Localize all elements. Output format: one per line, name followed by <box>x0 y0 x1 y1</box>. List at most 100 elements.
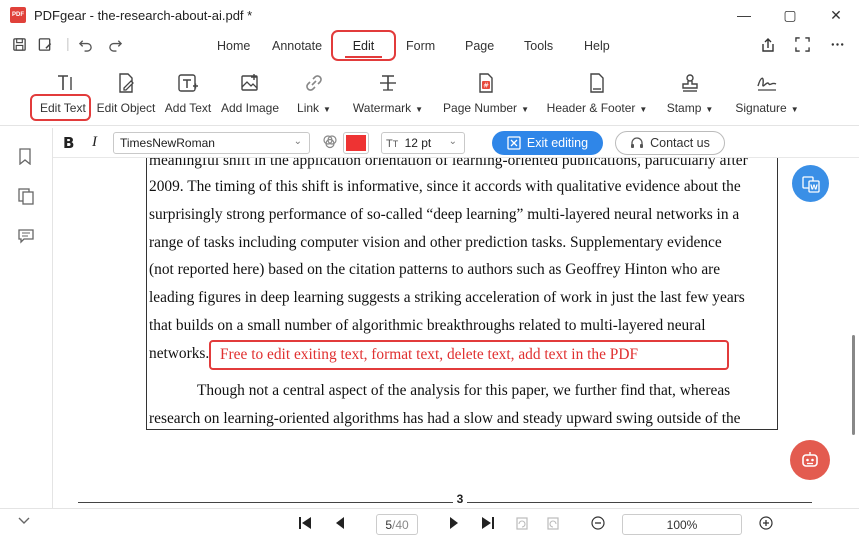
header-footer-tool[interactable]: Header & Footer ▼ <box>546 70 648 115</box>
italic-button[interactable]: I <box>92 134 97 151</box>
menu-annotate[interactable]: Annotate <box>272 39 322 53</box>
exit-editing-label: Exit editing <box>526 136 589 150</box>
font-size-select[interactable]: TT 12 pt ⌄ <box>381 132 465 154</box>
bold-button[interactable]: B <box>63 134 74 152</box>
header-footer-label: Header & Footer ▼ <box>546 101 648 115</box>
add-text-tool[interactable]: Add Text <box>164 70 212 115</box>
close-button[interactable]: ✕ <box>813 0 859 30</box>
convert-to-word-button[interactable]: W <box>792 165 829 202</box>
doc-line: leading figures in deep learning suggest… <box>149 289 745 306</box>
added-text: Free to edit exiting text, format text, … <box>220 346 639 363</box>
save-icon[interactable] <box>12 37 27 55</box>
add-image-label: Add Image <box>220 101 280 115</box>
comments-icon[interactable] <box>18 228 34 248</box>
add-text-label: Add Text <box>164 101 212 115</box>
edit-text-icon <box>54 70 76 96</box>
edit-object-tool[interactable]: Edit Object <box>96 70 156 115</box>
watermark-icon <box>377 70 399 96</box>
signature-label: Signature ▼ <box>735 101 799 115</box>
thumbnails-icon[interactable] <box>18 188 34 209</box>
link-icon <box>303 70 325 96</box>
font-family-select[interactable]: TimesNewRoman ⌄ <box>113 132 310 154</box>
page-footer-number: 3 <box>453 492 467 508</box>
menu-edit-label: Edit <box>352 39 375 53</box>
title-bar: PDF PDFgear - the-research-about-ai.pdf … <box>0 0 859 30</box>
page-separator <box>78 502 812 503</box>
collapse-sidebar-icon[interactable] <box>18 516 30 528</box>
added-text-box[interactable]: Free to edit exiting text, format text, … <box>209 340 729 370</box>
contact-us-button[interactable]: Contact us <box>615 131 725 155</box>
undo-icon[interactable] <box>78 37 93 55</box>
exit-editing-button[interactable]: Exit editing <box>492 131 603 155</box>
minimize-button[interactable]: — <box>721 0 767 30</box>
exit-icon <box>507 136 521 150</box>
page-number-input[interactable]: 5/40 <box>376 514 418 535</box>
font-size-value: 12 pt <box>404 136 432 150</box>
zoom-out-icon[interactable] <box>590 515 606 534</box>
font-size-icon: TT <box>386 138 399 150</box>
menu-form[interactable]: Form <box>406 39 435 53</box>
watermark-tool[interactable]: Watermark ▼ <box>352 70 424 115</box>
bottom-navigation-bar: 5/40 100% <box>0 508 859 540</box>
doc-line: networks. <box>149 345 210 362</box>
left-sidebar <box>0 128 53 540</box>
zoom-in-icon[interactable] <box>758 515 774 534</box>
chevron-down-icon: ⌄ <box>448 136 457 147</box>
document-viewer[interactable]: meaningful shift in the application orie… <box>54 158 859 508</box>
stamp-tool[interactable]: Stamp ▼ <box>666 70 714 115</box>
doc-line: that builds on a small number of algorit… <box>149 317 706 334</box>
vertical-scrollbar[interactable] <box>852 335 855 435</box>
fullscreen-icon[interactable] <box>795 37 810 55</box>
rotate-right-icon[interactable] <box>545 515 561 534</box>
font-color-swatch <box>346 135 366 151</box>
page-number-tool[interactable]: # Page Number ▼ <box>442 70 530 115</box>
font-color-picker[interactable] <box>343 132 369 154</box>
share-icon[interactable] <box>760 37 778 56</box>
edit-object-label: Edit Object <box>96 101 156 115</box>
last-page-icon[interactable] <box>480 515 496 534</box>
ai-assistant-button[interactable] <box>790 440 830 480</box>
menu-tools[interactable]: Tools <box>524 39 553 53</box>
signature-tool[interactable]: Signature ▼ <box>734 70 800 115</box>
rotate-left-icon[interactable] <box>514 515 530 534</box>
menu-page[interactable]: Page <box>465 39 494 53</box>
first-page-icon[interactable] <box>297 515 313 534</box>
doc-line: research on learning-oriented algorithms… <box>149 410 741 427</box>
next-page-icon[interactable] <box>448 515 460 534</box>
edit-text-label: Edit Text <box>40 101 86 115</box>
menu-divider: | <box>66 35 70 51</box>
doc-line: surprisingly strong performance of so-ca… <box>149 206 740 223</box>
doc-line: range of tasks including computer vision… <box>149 234 722 251</box>
edit-toolbar: Edit Object Add Text Add Image Link ▼ Wat… <box>0 62 859 126</box>
pdfgear-logo-icon: PDF <box>10 7 26 23</box>
menu-help[interactable]: Help <box>584 39 610 53</box>
previous-page-icon[interactable] <box>334 515 346 534</box>
doc-line: meaningful shift in the application orie… <box>149 158 748 169</box>
zoom-level-input[interactable]: 100% <box>622 514 742 535</box>
bookmark-icon[interactable] <box>18 148 32 169</box>
add-image-icon <box>239 70 261 96</box>
doc-line: Though not a central aspect of the analy… <box>197 382 731 399</box>
edit-text-highlight[interactable]: Edit Text <box>30 94 91 121</box>
more-icon[interactable] <box>830 37 845 55</box>
chevron-down-icon: ⌄ <box>293 136 302 147</box>
redo-icon[interactable] <box>108 37 123 55</box>
window-title: PDFgear - the-research-about-ai.pdf * <box>34 7 253 23</box>
svg-text:#: # <box>483 82 489 90</box>
add-image-tool[interactable]: Add Image <box>220 70 280 115</box>
page-number-label: Page Number ▼ <box>443 101 529 115</box>
robot-icon <box>802 452 818 467</box>
menu-edit[interactable]: Edit <box>331 30 396 61</box>
save-as-icon[interactable] <box>37 37 53 55</box>
add-text-icon <box>177 70 199 96</box>
headset-icon <box>631 137 644 148</box>
contact-us-label: Contact us <box>650 136 710 150</box>
edit-text-tool[interactable] <box>45 70 85 96</box>
svg-text:W: W <box>810 183 818 191</box>
menu-home[interactable]: Home <box>217 39 250 53</box>
edit-object-icon <box>115 70 137 96</box>
maximize-button[interactable]: ▢ <box>767 0 813 30</box>
text-format-bar: B I TimesNewRoman ⌄ TT 12 pt ⌄ Exit edit… <box>53 128 859 158</box>
opacity-icon[interactable] <box>320 133 340 153</box>
link-tool[interactable]: Link ▼ <box>294 70 334 115</box>
